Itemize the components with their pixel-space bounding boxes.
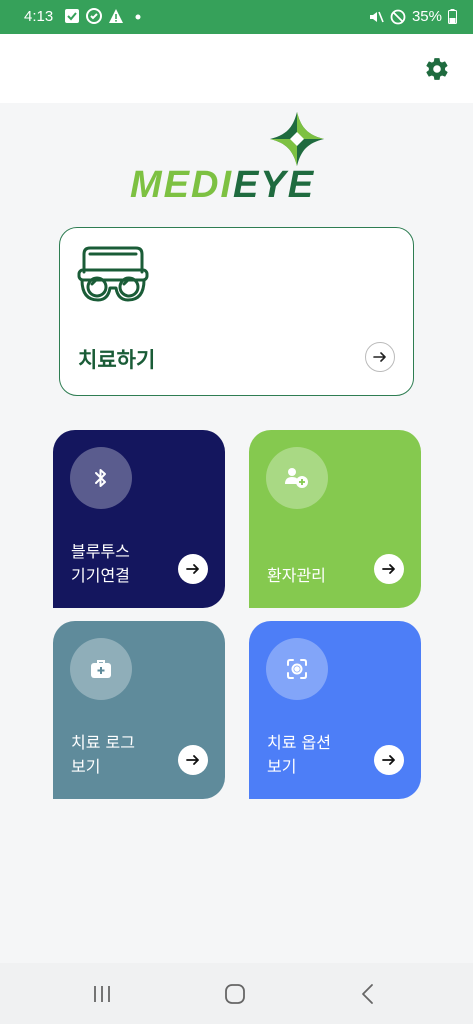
battery-icon <box>448 9 457 24</box>
logo-mark-icon <box>270 112 324 166</box>
tile-icon-circle <box>70 447 132 509</box>
arrow-right-icon <box>382 755 395 765</box>
status-time: 4:13 <box>24 8 54 25</box>
warning-notification-icon <box>109 9 123 23</box>
tile-label: 블루투스 기기연결 <box>71 542 130 585</box>
focus-camera-icon <box>287 659 307 679</box>
logo-text-eye: EYE <box>233 164 316 206</box>
medical-kit-icon <box>91 660 111 678</box>
tile-arrow-button[interactable] <box>374 745 404 775</box>
arrow-right-icon <box>186 564 199 574</box>
patient-management-tile[interactable]: 환자관리 <box>249 430 421 608</box>
tile-label: 환자관리 <box>267 566 326 585</box>
tile-icon-circle <box>266 447 328 509</box>
tile-icon-circle <box>70 638 132 700</box>
gear-icon[interactable] <box>424 56 450 82</box>
status-bar: 4:13 35% <box>0 0 473 34</box>
system-nav-bar <box>0 963 473 1024</box>
goggles-icon <box>77 246 149 302</box>
back-icon <box>362 984 373 1004</box>
treatment-label: 치료하기 <box>78 348 156 372</box>
logo-wordmark: MEDIEYE <box>130 166 315 204</box>
recent-apps-icon <box>94 986 110 1002</box>
tile-label: 치료 옵션 보기 <box>267 733 331 776</box>
home-button[interactable] <box>221 981 249 1007</box>
app-bar <box>0 34 473 103</box>
bluetooth-connect-tile[interactable]: 블루투스 기기연결 <box>53 430 225 608</box>
back-button[interactable] <box>354 981 382 1007</box>
dot-notification-icon <box>135 14 141 20</box>
tile-arrow-button[interactable] <box>374 554 404 584</box>
checkbox-notification-icon <box>65 9 79 23</box>
home-icon <box>225 984 245 1004</box>
battery-percent: 35% <box>411 8 442 25</box>
arrow-right-icon <box>382 564 395 574</box>
treatment-options-tile[interactable]: 치료 옵션 보기 <box>249 621 421 799</box>
shield-notification-icon <box>86 8 102 24</box>
recent-apps-button[interactable] <box>88 981 116 1007</box>
arrow-right-icon <box>373 352 386 362</box>
add-user-icon <box>285 468 308 488</box>
bluetooth-icon <box>95 469 106 487</box>
medieye-logo: MEDIEYE <box>130 110 340 204</box>
tile-label: 치료 로그 보기 <box>71 733 135 776</box>
mute-icon <box>369 11 384 22</box>
do-not-disturb-icon <box>390 9 406 24</box>
logo-text-medi: MEDI <box>130 164 233 206</box>
start-treatment-card[interactable]: 치료하기 <box>59 227 414 396</box>
tile-arrow-button[interactable] <box>178 554 208 584</box>
treatment-log-tile[interactable]: 치료 로그 보기 <box>53 621 225 799</box>
treatment-arrow-button[interactable] <box>365 342 395 372</box>
arrow-right-icon <box>186 755 199 765</box>
tile-arrow-button[interactable] <box>178 745 208 775</box>
tile-icon-circle <box>266 638 328 700</box>
